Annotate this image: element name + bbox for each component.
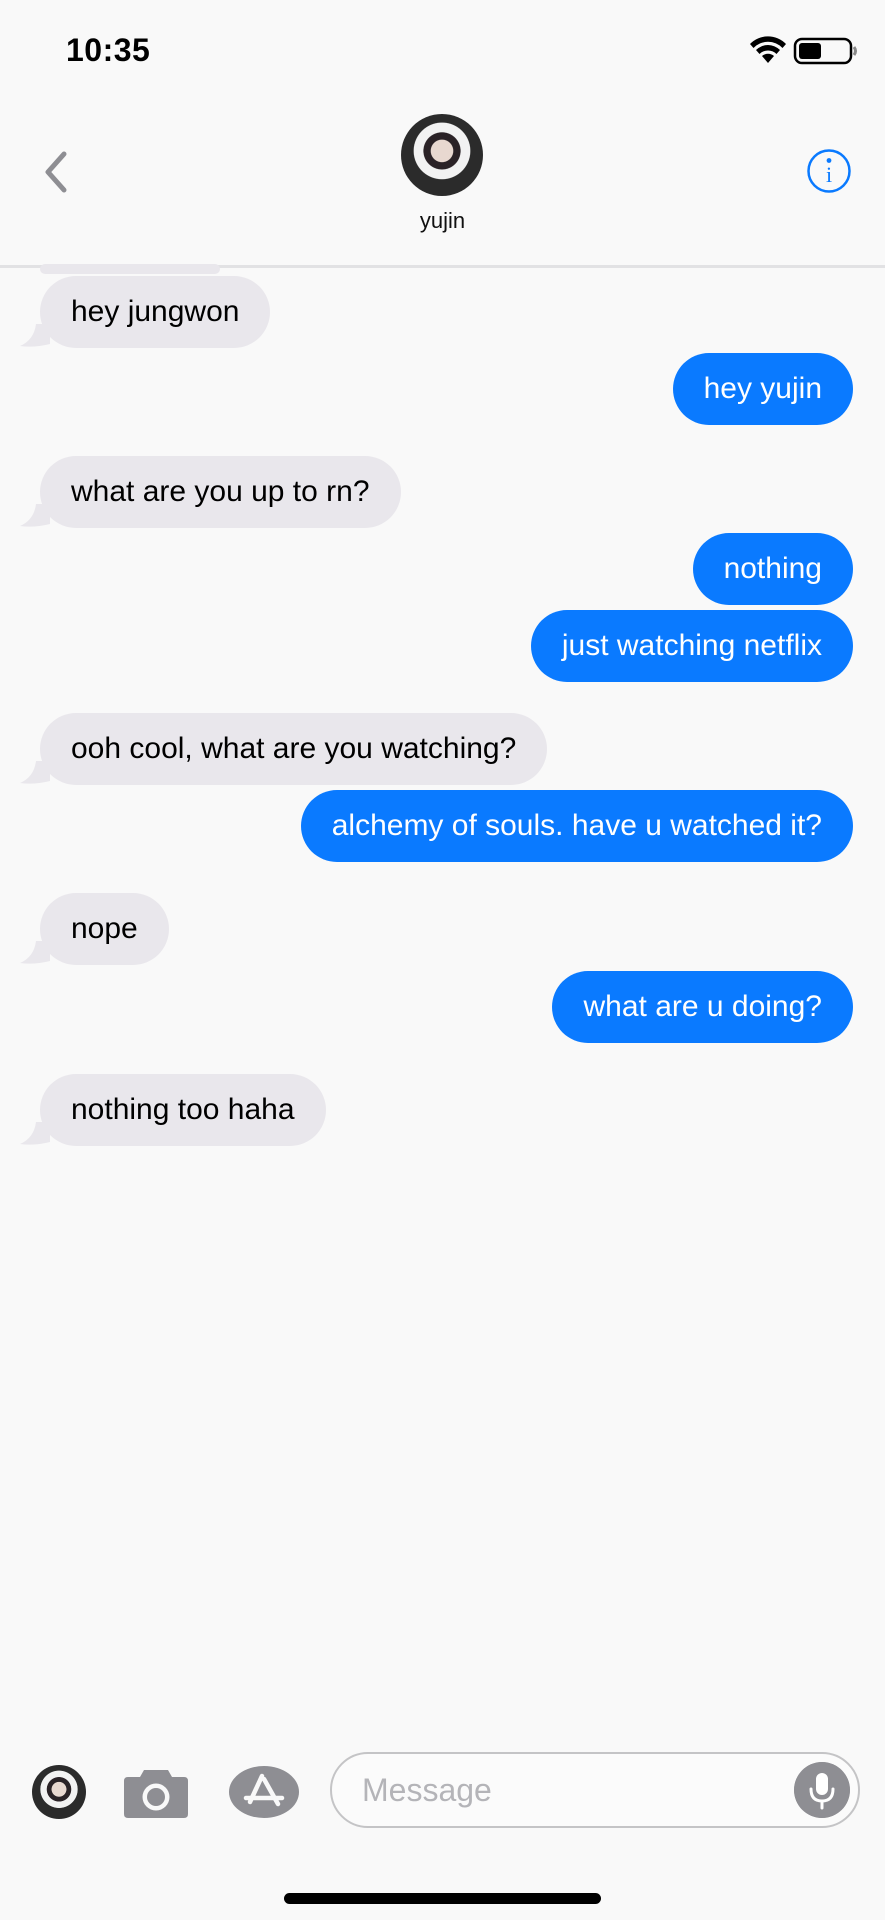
battery-icon	[793, 37, 857, 65]
wifi-icon	[750, 36, 786, 63]
message-bubble-incoming[interactable]: nothing too haha	[40, 1074, 326, 1146]
input-bar: Message	[0, 1740, 885, 1920]
bubble-tail	[20, 324, 50, 347]
message-placeholder: Message	[362, 1772, 492, 1808]
memoji-avatar-button[interactable]	[32, 1765, 86, 1819]
home-indicator	[284, 1893, 601, 1904]
message-bubble-outgoing[interactable]: hey yujin	[672, 353, 853, 425]
message-bubble-incoming[interactable]: what are you up to rn?	[40, 456, 401, 528]
contact-name[interactable]: yujin	[0, 208, 885, 234]
message-bubble-incoming[interactable]: hey jungwon	[40, 276, 271, 348]
clipped-bubble	[40, 264, 220, 274]
message-bubble-incoming[interactable]: nope	[40, 893, 169, 965]
bubble-tail	[20, 761, 50, 784]
message-bubble-outgoing[interactable]: what are u doing?	[552, 971, 853, 1043]
message-bubble-outgoing[interactable]: alchemy of souls. have u watched it?	[300, 790, 853, 862]
status-time: 10:35	[66, 32, 151, 68]
bubble-tail	[20, 1122, 50, 1145]
contact-avatar[interactable]	[401, 114, 483, 196]
camera-icon[interactable]	[122, 1764, 190, 1820]
info-icon[interactable]: i	[806, 148, 852, 194]
message-input[interactable]: Message	[330, 1752, 860, 1828]
bubble-tail	[20, 941, 50, 964]
microphone-icon[interactable]	[794, 1762, 850, 1818]
message-list: hey jungwon hey yujin what are you up to…	[0, 264, 885, 1742]
bubble-tail	[20, 504, 50, 527]
svg-text:i: i	[826, 162, 832, 187]
message-bubble-incoming[interactable]: ooh cool, what are you watching?	[40, 713, 548, 785]
status-bar: 10:35	[0, 0, 885, 100]
message-bubble-outgoing[interactable]: nothing	[692, 533, 853, 605]
chevron-left-icon[interactable]	[36, 142, 76, 202]
conversation-header: yujin i	[0, 100, 885, 268]
app-store-icon[interactable]	[228, 1764, 300, 1820]
message-bubble-outgoing[interactable]: just watching netflix	[530, 610, 853, 682]
